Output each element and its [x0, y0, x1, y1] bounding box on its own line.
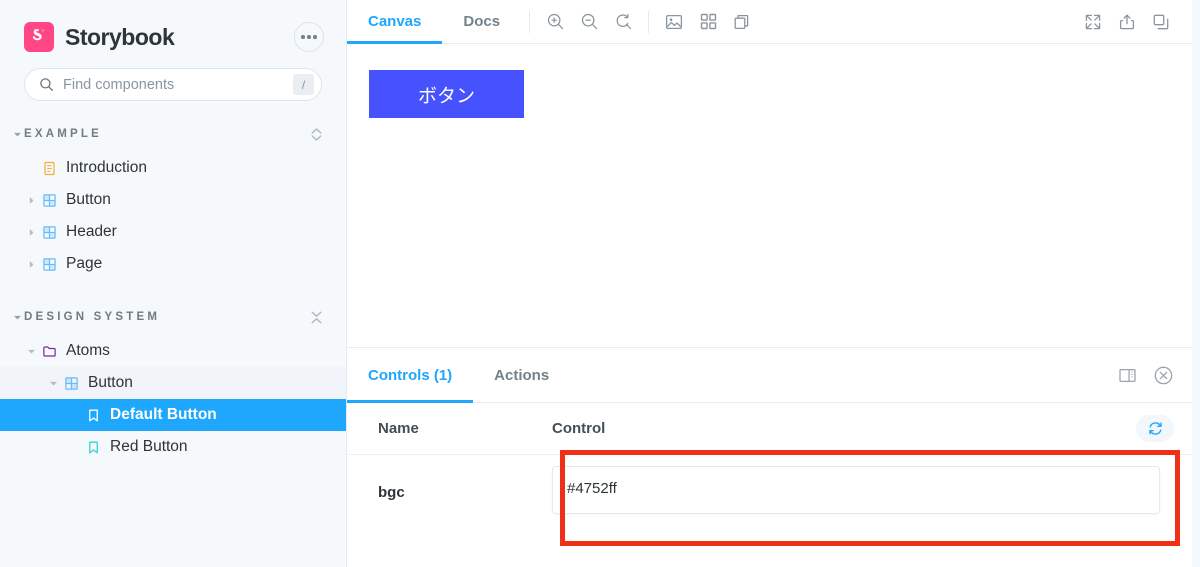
background-image-icon[interactable]	[657, 5, 691, 39]
canvas-tabs: Canvas Docs	[347, 0, 521, 44]
close-panel-icon[interactable]	[1148, 360, 1178, 390]
component-icon	[60, 376, 82, 391]
addon-panel: Controls (1) Actions Name Control bgc #4…	[347, 348, 1192, 567]
column-header-name: Name	[378, 420, 419, 437]
control-field-wrapper	[552, 465, 1192, 519]
search-box[interactable]: /	[24, 68, 322, 101]
section-header-design-system[interactable]: DESIGN SYSTEM	[0, 304, 346, 330]
tree-item-label: Button	[66, 191, 111, 208]
table-row: bgc	[347, 455, 1192, 529]
storybook-app: Storybook / EXAMPLE Introduction Button Hea…	[0, 0, 1200, 567]
tree-item-button[interactable]: Button	[0, 367, 346, 399]
document-icon	[38, 161, 60, 176]
component-icon	[38, 193, 60, 208]
tree-caret-icon[interactable]	[24, 259, 38, 270]
story-icon	[82, 440, 104, 455]
search-icon	[39, 77, 54, 92]
search-shortcut-badge: /	[293, 74, 314, 95]
measure-icon[interactable]	[725, 5, 759, 39]
zoom-tools	[538, 5, 640, 39]
tree-item-label: Header	[66, 223, 117, 240]
tree-item-label: Default Button	[110, 406, 217, 423]
column-header-control: Control	[552, 420, 606, 437]
tree-item-label: Red Button	[110, 438, 188, 455]
panel-position-icon[interactable]	[1112, 360, 1142, 390]
tab-actions[interactable]: Actions	[473, 348, 570, 403]
component-icon	[38, 225, 60, 240]
zoom-out-icon[interactable]	[572, 5, 606, 39]
view-tools	[657, 5, 759, 39]
controls-table-header: Name Control	[347, 403, 1192, 455]
section-caret-icon	[10, 312, 24, 323]
toolbar-divider-2	[648, 10, 650, 33]
sidebar-header: Storybook	[0, 0, 346, 52]
tree-item-label: Button	[88, 374, 133, 391]
tree-item-header[interactable]: Header	[0, 216, 346, 248]
tree-item-label: Atoms	[66, 342, 110, 359]
section-caret-icon	[10, 129, 24, 140]
tree-caret-icon[interactable]	[24, 227, 38, 238]
search-input[interactable]	[63, 76, 284, 93]
canvas-preview: ボタン	[347, 44, 1192, 347]
tab-controls[interactable]: Controls (1)	[347, 348, 474, 403]
tree-item-label: Introduction	[66, 159, 147, 176]
collapse-all-icon[interactable]	[308, 310, 324, 325]
tree-caret-icon[interactable]	[24, 346, 38, 357]
tree-item-introduction[interactable]: Introduction	[0, 152, 346, 184]
brand-name: Storybook	[65, 23, 175, 50]
right-edge-strip	[1192, 0, 1200, 567]
zoom-in-icon[interactable]	[538, 5, 572, 39]
addon-panel-tabs: Controls (1) Actions	[347, 348, 1192, 403]
search-container: /	[0, 52, 346, 101]
tab-canvas[interactable]: Canvas	[347, 0, 443, 44]
section-title: DESIGN SYSTEM	[24, 311, 161, 323]
control-name-bgc: bgc	[378, 483, 405, 501]
bgc-control-input[interactable]	[552, 465, 1160, 514]
canvas-stage: Canvas Docs ボタン	[347, 0, 1192, 348]
folder-icon	[38, 344, 60, 359]
canvas-toolbar: Canvas Docs	[347, 0, 1192, 44]
right-tools	[1076, 5, 1178, 39]
component-icon	[38, 257, 60, 272]
tree-caret-icon[interactable]	[46, 378, 60, 389]
section-title: EXAMPLE	[24, 128, 102, 140]
tree-caret-icon[interactable]	[24, 195, 38, 206]
main-area: Canvas Docs ボタン Controls (1) Actions Nam…	[347, 0, 1200, 567]
tree-item-label: Page	[66, 255, 103, 272]
grid-icon[interactable]	[691, 5, 725, 39]
storybook-logo-icon	[24, 22, 54, 52]
toolbar-divider-1	[529, 10, 531, 33]
controls-table: Name Control bgc	[347, 403, 1192, 529]
expand-all-icon[interactable]	[308, 127, 324, 142]
fullscreen-icon[interactable]	[1076, 5, 1110, 39]
tree-item-red-button[interactable]: Red Button	[0, 431, 346, 463]
zoom-reset-icon[interactable]	[606, 5, 640, 39]
tree-item-button[interactable]: Button	[0, 184, 346, 216]
sidebar-menu-dots-icon[interactable]	[294, 22, 324, 52]
tree-item-default-button[interactable]: Default Button	[0, 399, 346, 431]
section-header-example[interactable]: EXAMPLE	[0, 121, 346, 147]
tree-item-page[interactable]: Page	[0, 248, 346, 280]
sidebar: Storybook / EXAMPLE Introduction Button Hea…	[0, 0, 347, 567]
reset-controls-icon[interactable]	[1136, 415, 1174, 442]
brand[interactable]: Storybook	[24, 22, 175, 52]
open-new-tab-icon[interactable]	[1144, 5, 1178, 39]
tree-item-atoms[interactable]: Atoms	[0, 335, 346, 367]
preview-component-button[interactable]: ボタン	[369, 70, 524, 118]
share-icon[interactable]	[1110, 5, 1144, 39]
component-tree: EXAMPLE Introduction Button Header Page DESIG…	[0, 121, 346, 567]
tab-docs[interactable]: Docs	[442, 0, 521, 44]
story-icon	[82, 408, 104, 423]
